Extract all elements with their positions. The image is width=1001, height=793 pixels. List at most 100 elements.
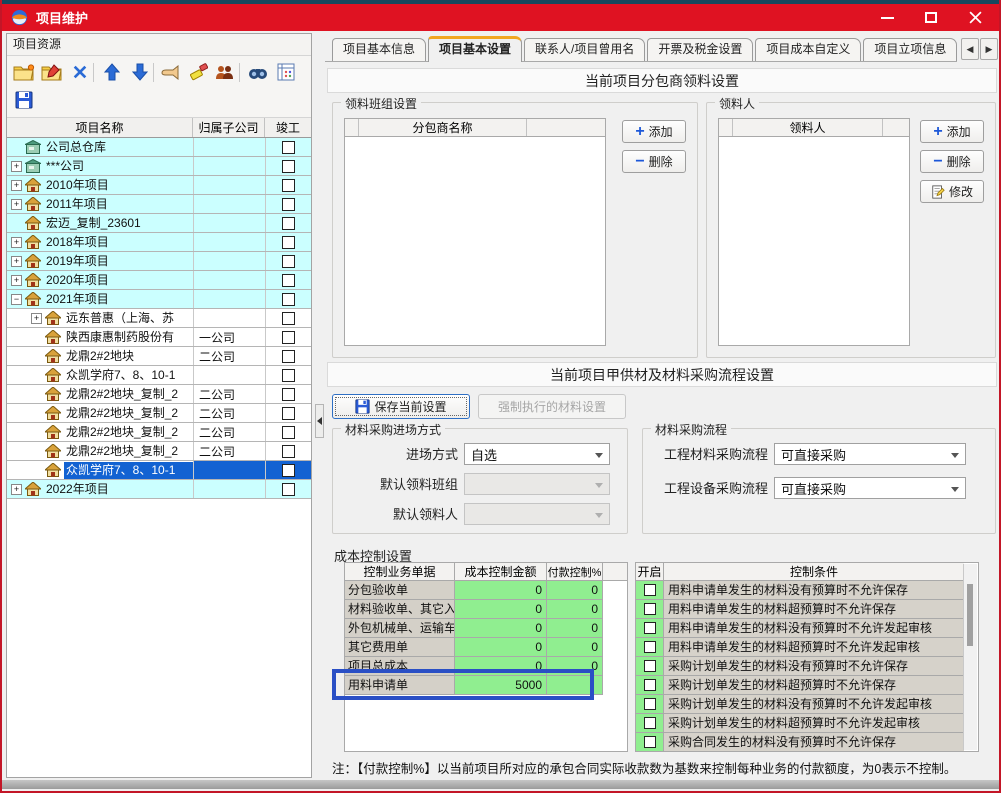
completed-checkbox[interactable] (282, 331, 295, 344)
delete-icon[interactable] (67, 60, 93, 84)
expander-icon[interactable]: + (11, 275, 22, 286)
condition-row[interactable]: 用料申请单发生的材料超预算时不允许保存 (636, 600, 964, 619)
completed-checkbox[interactable] (282, 236, 295, 249)
completed-checkbox[interactable] (282, 445, 295, 458)
picker-delete-button[interactable]: 删除 (920, 150, 984, 173)
tree-row[interactable]: +龙鼎2#2地块_复制_2二公司 (7, 442, 311, 461)
tab-开票及税金设置[interactable]: 开票及税金设置 (647, 38, 753, 61)
tab-项目立项信息[interactable]: 项目立项信息 (863, 38, 957, 61)
completed-checkbox[interactable] (282, 350, 295, 363)
completed-checkbox[interactable] (282, 160, 295, 173)
completed-checkbox[interactable] (282, 312, 295, 325)
tree-row[interactable]: +龙鼎2#2地块二公司 (7, 347, 311, 366)
completed-checkbox[interactable] (282, 483, 295, 496)
completed-checkbox[interactable] (282, 388, 295, 401)
save-current-settings-button[interactable]: 保存当前设置 (332, 394, 470, 419)
enable-checkbox[interactable] (644, 622, 656, 634)
team-delete-button[interactable]: 删除 (622, 150, 686, 173)
edit-folder-icon[interactable] (39, 60, 65, 84)
users-icon[interactable] (211, 60, 237, 84)
enable-checkbox[interactable] (644, 679, 656, 691)
payment-control-cell[interactable]: 0 (547, 638, 603, 657)
tree-row[interactable]: +***公司 (7, 157, 311, 176)
equipment-flow-select[interactable]: 可直接采购 (774, 477, 966, 499)
tab-scroll-right-button[interactable]: ▶ (980, 38, 998, 60)
vertical-scrollbar[interactable] (963, 564, 977, 750)
completed-checkbox[interactable] (282, 464, 295, 477)
maximize-button[interactable] (909, 4, 953, 31)
enable-checkbox[interactable] (644, 660, 656, 672)
subcontractor-table[interactable]: 分包商名称 (344, 118, 606, 346)
scrollbar-thumb[interactable] (967, 584, 973, 646)
condition-row[interactable]: 用料申请单发生的材料超预算时不允许发起审核 (636, 638, 964, 657)
condition-row[interactable]: 采购计划单发生的材料没有预算时不允许发起审核 (636, 695, 964, 714)
expander-icon[interactable]: + (11, 199, 22, 210)
expander-icon[interactable]: + (11, 237, 22, 248)
cost-amount-cell[interactable]: 0 (455, 619, 547, 638)
completed-checkbox[interactable] (282, 426, 295, 439)
condition-row[interactable]: 采购合同发生的材料没有预算时不允许保存 (636, 733, 964, 752)
payment-control-cell[interactable]: 0 (547, 600, 603, 619)
tab-联系人/项目曾用名[interactable]: 联系人/项目曾用名 (524, 38, 645, 61)
completed-checkbox[interactable] (282, 407, 295, 420)
default-picker-select[interactable] (464, 503, 610, 525)
expander-icon[interactable]: + (11, 256, 22, 267)
tree-row[interactable]: +公司总仓库 (7, 138, 311, 157)
tab-项目基本设置[interactable]: 项目基本设置 (428, 36, 522, 62)
cost-control-table[interactable]: 控制业务单据 成本控制金额 付款控制% 分包验收单00材料验收单、其它入库00外… (344, 562, 628, 752)
completed-checkbox[interactable] (282, 293, 295, 306)
tree-row[interactable]: +2011年项目 (7, 195, 311, 214)
enable-checkbox[interactable] (644, 584, 656, 596)
condition-row[interactable]: 用料申请单发生的材料没有预算时不允许发起审核 (636, 619, 964, 638)
new-folder-icon[interactable] (11, 60, 37, 84)
entry-mode-select[interactable]: 自选 (464, 443, 610, 465)
condition-row[interactable]: 采购计划单发生的材料超预算时不允许保存 (636, 676, 964, 695)
picker-modify-button[interactable]: 修改 (920, 180, 984, 203)
cost-amount-cell[interactable]: 0 (455, 600, 547, 619)
completed-checkbox[interactable] (282, 255, 295, 268)
assign-hand-icon[interactable] (158, 60, 184, 84)
enable-checkbox[interactable] (644, 736, 656, 748)
move-down-icon[interactable] (127, 60, 153, 84)
erase-icon[interactable] (186, 60, 212, 84)
tab-项目基本信息[interactable]: 项目基本信息 (332, 38, 426, 61)
tree-row[interactable]: +2010年项目 (7, 176, 311, 195)
tree-row[interactable]: +远东普惠（上海、苏 (7, 309, 311, 328)
grid-settings-icon[interactable] (273, 60, 299, 84)
tree-row[interactable]: +众凯学府7、8、10-1 (7, 461, 311, 480)
tree-row[interactable]: −2021年项目 (7, 290, 311, 309)
payment-control-cell[interactable]: 0 (547, 619, 603, 638)
condition-row[interactable]: 用料申请单发生的材料没有预算时不允许保存 (636, 581, 964, 600)
team-add-button[interactable]: 添加 (622, 120, 686, 143)
default-team-select[interactable] (464, 473, 610, 495)
cost-row[interactable]: 材料验收单、其它入库00 (345, 600, 627, 619)
completed-checkbox[interactable] (282, 141, 295, 154)
completed-checkbox[interactable] (282, 179, 295, 192)
expander-icon[interactable]: + (31, 313, 42, 324)
tab-项目成本自定义[interactable]: 项目成本自定义 (755, 38, 861, 61)
tree-row[interactable]: +2019年项目 (7, 252, 311, 271)
search-icon[interactable] (245, 60, 271, 84)
force-material-settings-button[interactable]: 强制执行的材料设置 (478, 394, 626, 419)
tree-row[interactable]: +龙鼎2#2地块_复制_2二公司 (7, 385, 311, 404)
condition-row[interactable]: 采购计划单发生的材料没有预算时不允许保存 (636, 657, 964, 676)
move-up-icon[interactable] (99, 60, 125, 84)
splitter-collapse-button[interactable] (315, 404, 324, 438)
completed-checkbox[interactable] (282, 198, 295, 211)
expander-icon[interactable]: + (11, 484, 22, 495)
picker-add-button[interactable]: 添加 (920, 120, 984, 143)
tree-row[interactable]: +2022年项目 (7, 480, 311, 499)
expander-icon[interactable]: + (11, 161, 22, 172)
condition-row[interactable]: 采购计划单发生的材料超预算时不允许发起审核 (636, 714, 964, 733)
completed-checkbox[interactable] (282, 369, 295, 382)
cost-row[interactable]: 其它费用单00 (345, 638, 627, 657)
minimize-button[interactable] (865, 4, 909, 31)
close-button[interactable] (953, 4, 997, 31)
tree-row[interactable]: +2018年项目 (7, 233, 311, 252)
tree-row[interactable]: +龙鼎2#2地块_复制_2二公司 (7, 423, 311, 442)
save-icon[interactable] (11, 88, 37, 112)
tree-row[interactable]: +众凯学府7、8、10-1 (7, 366, 311, 385)
completed-checkbox[interactable] (282, 274, 295, 287)
expander-icon[interactable]: + (11, 180, 22, 191)
completed-checkbox[interactable] (282, 217, 295, 230)
